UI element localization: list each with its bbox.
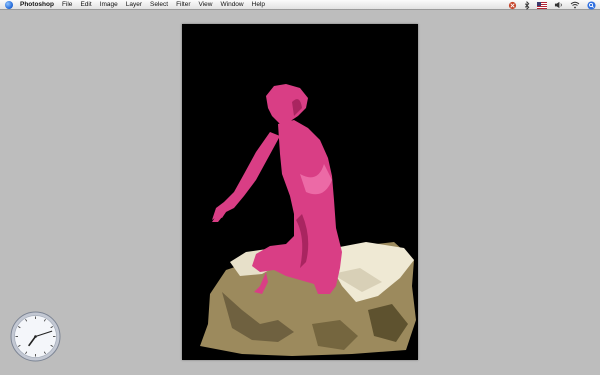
flag-icon[interactable] [537,1,547,9]
kneeling-figure-image [182,24,418,360]
menu-image[interactable]: Image [96,0,122,10]
menu-view[interactable]: View [195,0,217,10]
apple-menu-icon[interactable] [5,0,13,9]
menu-layer[interactable]: Layer [122,0,146,10]
script-icon[interactable] [508,1,517,10]
document-canvas[interactable] [182,24,418,360]
menu-app-photoshop[interactable]: Photoshop [18,0,58,10]
clock-icon [10,311,61,362]
status-tray [508,0,596,10]
menu-help[interactable]: Help [248,0,269,10]
dock-clock-widget[interactable] [10,311,61,362]
volume-icon[interactable] [554,1,563,9]
menu-filter[interactable]: Filter [172,0,194,10]
menu-select[interactable]: Select [146,0,172,10]
wifi-icon[interactable] [570,1,580,9]
menu-file[interactable]: File [58,0,76,10]
menu-edit[interactable]: Edit [76,0,95,10]
menu-window[interactable]: Window [217,0,248,10]
bluetooth-icon[interactable] [524,0,530,10]
spotlight-icon[interactable] [587,0,596,10]
menu-bar: Photoshop File Edit Image Layer Select F… [0,0,600,10]
